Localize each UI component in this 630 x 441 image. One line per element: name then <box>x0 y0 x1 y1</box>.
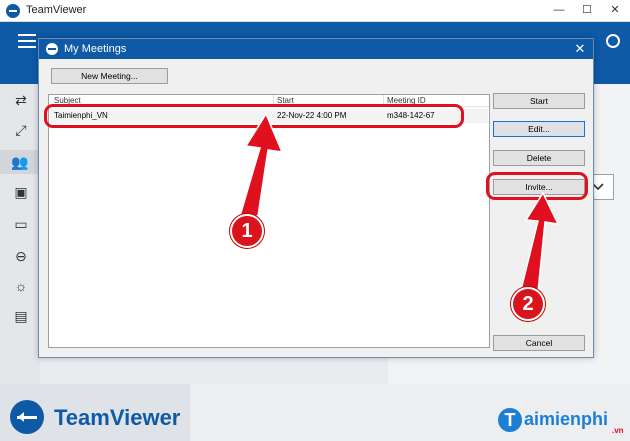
step-1-badge: 1 <box>230 214 264 248</box>
arrow-to-invite-button <box>520 191 560 293</box>
watermark-logo-icon: T <box>498 408 522 432</box>
step-2-badge: 2 <box>511 287 545 321</box>
arrow-to-meeting-row <box>238 112 284 217</box>
watermark-text: aimienphi <box>524 409 609 429</box>
annotation-arrows <box>238 112 560 293</box>
site-watermark: T aimienphi .vn <box>498 408 626 436</box>
watermark-tld: .vn <box>612 426 624 435</box>
